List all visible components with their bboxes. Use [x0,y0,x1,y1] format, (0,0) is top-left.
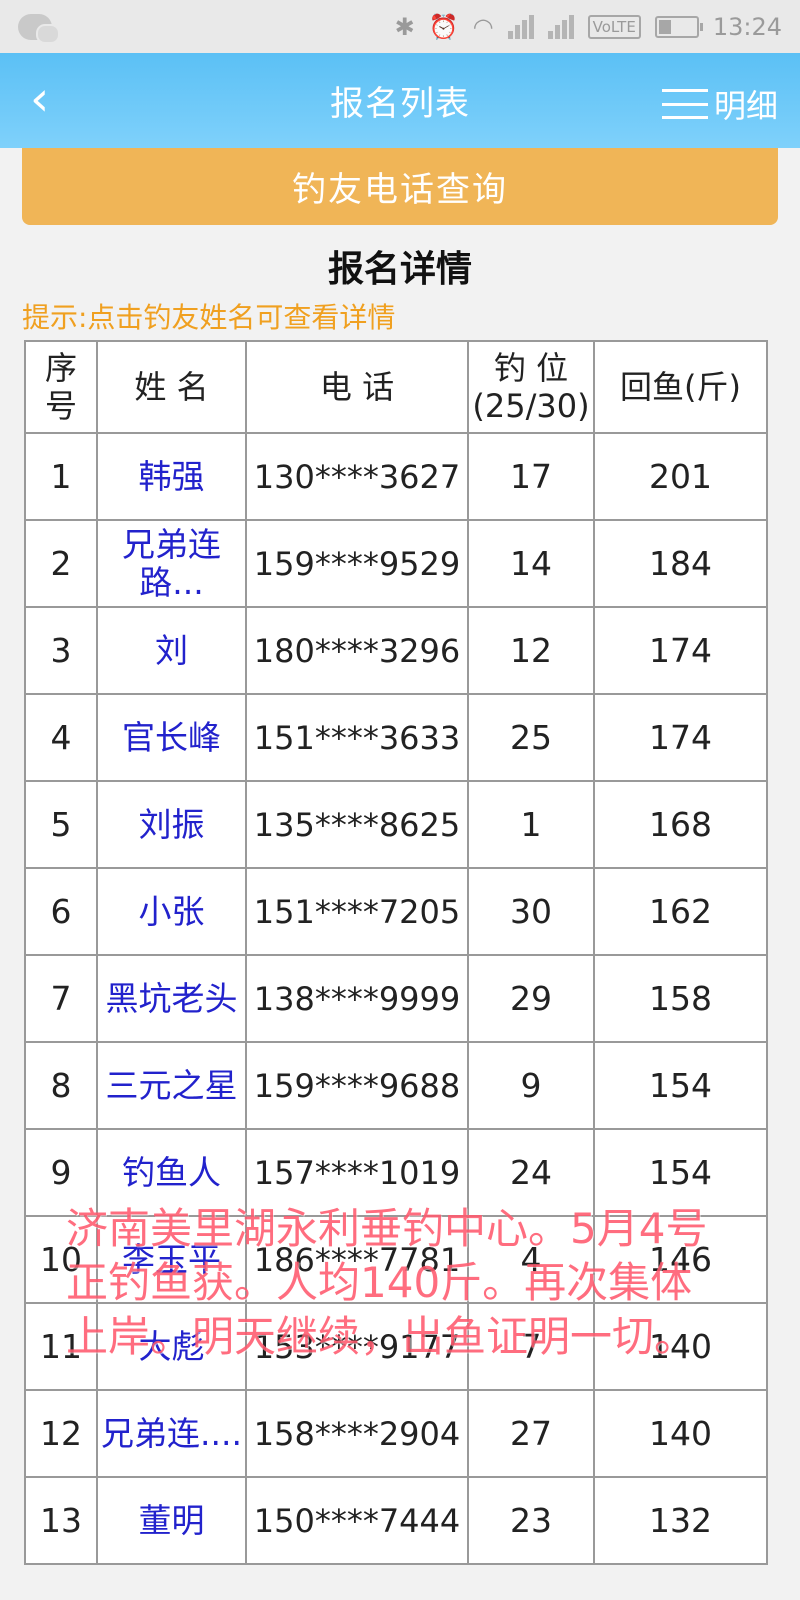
angler-name-link[interactable]: 兄弟连路... [96,519,247,608]
row-seat: 14 [467,519,595,608]
row-index: 7 [24,954,98,1043]
row-phone: 180****3296 [245,606,469,695]
phone-search-button[interactable]: 钓友电话查询 [22,148,778,225]
alarm-icon: ⏰ [428,12,459,41]
menu-icon [661,89,708,119]
row-seat: 9 [467,1041,595,1130]
app-header: ‹ 报名列表 明细 [0,53,800,148]
row-seat: 30 [467,867,595,956]
row-seat: 29 [467,954,595,1043]
row-catch: 162 [593,867,768,956]
angler-name-link[interactable]: 官长峰 [96,693,247,782]
row-index: 13 [24,1476,98,1565]
row-seat: 1 [467,780,595,869]
table-row: 13 董明 150****7444 23 132 [24,1476,768,1565]
details-menu-button[interactable]: 明细 [661,81,778,127]
row-phone: 159****9529 [245,519,469,608]
page-title: 报名列表 [330,84,470,124]
header-name: 姓 名 [96,340,247,434]
header-seat: 钓 位 (25/30) [467,340,595,434]
row-catch: 174 [593,693,768,782]
bluetooth-icon: ✱ [394,12,415,41]
row-index: 3 [24,606,98,695]
angler-name-link[interactable]: 三元之星 [96,1041,247,1130]
row-phone: 130****3627 [245,432,469,521]
row-catch: 140 [593,1389,768,1478]
wifi-icon: ◠ [472,12,494,41]
table-row: 2 兄弟连路... 159****9529 14 184 [24,519,768,608]
header-phone: 电 话 [245,340,469,434]
row-index: 12 [24,1389,98,1478]
table-row: 7 黑坑老头 138****9999 29 158 [24,954,768,1043]
row-index: 4 [24,693,98,782]
angler-name-link[interactable]: 兄弟连.... [96,1389,247,1478]
row-phone: 159****9688 [245,1041,469,1130]
details-menu-label: 明细 [713,87,778,125]
header-catch: 回鱼(斤) [593,340,768,434]
row-phone: 138****9999 [245,954,469,1043]
header-seat-count: (25/30) [472,387,590,425]
row-phone: 151****7205 [245,867,469,956]
status-time: 13:24 [712,12,782,41]
row-seat: 17 [467,432,595,521]
angler-name-link[interactable]: 刘 [96,606,247,695]
header-index: 序号 [24,340,98,434]
row-index: 8 [24,1041,98,1130]
row-catch: 154 [593,1041,768,1130]
volte-badge: VoLTE [587,14,641,39]
row-index: 6 [24,867,98,956]
section-title: 报名详情 [327,249,472,290]
row-seat: 23 [467,1476,595,1565]
table-row: 5 刘振 135****8625 1 168 [24,780,768,869]
header-seat-label: 钓 位 [493,349,569,387]
registration-table: 序号 姓 名 电 话 钓 位 (25/30) 回鱼(斤) 1 韩强 130****3… [24,340,768,1565]
row-seat: 27 [467,1389,595,1478]
back-button[interactable]: ‹ [30,75,49,123]
table-body: 1 韩强 130****3627 17 201 2 兄弟连路... 159****9529 14… [24,432,768,1565]
signal-icon-2 [547,14,574,39]
table-header-row: 序号 姓 名 电 话 钓 位 (25/30) 回鱼(斤) [24,340,768,434]
status-bar-left [18,13,60,44]
table-row: 3 刘 180****3296 12 174 [24,606,768,695]
row-catch: 158 [593,954,768,1043]
row-catch: 168 [593,780,768,869]
status-bar-right: ✱ ⏰ ◠ VoLTE 13:24 [395,13,782,41]
row-catch: 201 [593,432,768,521]
battery-icon [654,15,703,38]
overlay-caption: 济南美里湖永利垂钓中心。5月4号正钓鱼获。人均140斤。再次集体上岸。明天继续，… [66,1204,708,1361]
row-catch: 174 [593,606,768,695]
row-index: 2 [24,519,98,608]
row-index: 1 [24,432,98,521]
angler-name-link[interactable]: 小张 [96,867,247,956]
status-bar: ✱ ⏰ ◠ VoLTE 13:24 [0,0,800,53]
table-row: 8 三元之星 159****9688 9 154 [24,1041,768,1130]
table-row: 1 韩强 130****3627 17 201 [24,432,768,521]
table-row: 12 兄弟连.... 158****2904 27 140 [24,1389,768,1478]
row-phone: 158****2904 [245,1389,469,1478]
angler-name-link[interactable]: 刘振 [96,780,247,869]
row-seat: 12 [467,606,595,695]
angler-name-link[interactable]: 韩强 [96,432,247,521]
hint-text: 提示:点击钓友姓名可查看详情 [22,301,396,334]
row-phone: 151****3633 [245,693,469,782]
signal-icon-1 [507,14,534,39]
row-phone: 135****8625 [245,780,469,869]
wechat-icon [18,13,60,44]
row-catch: 132 [593,1476,768,1565]
table-row: 6 小张 151****7205 30 162 [24,867,768,956]
row-seat: 25 [467,693,595,782]
table-row: 4 官长峰 151****3633 25 174 [24,693,768,782]
row-catch: 184 [593,519,768,608]
angler-name-link[interactable]: 黑坑老头 [96,954,247,1043]
row-phone: 150****7444 [245,1476,469,1565]
angler-name-link[interactable]: 董明 [96,1476,247,1565]
row-index: 5 [24,780,98,869]
